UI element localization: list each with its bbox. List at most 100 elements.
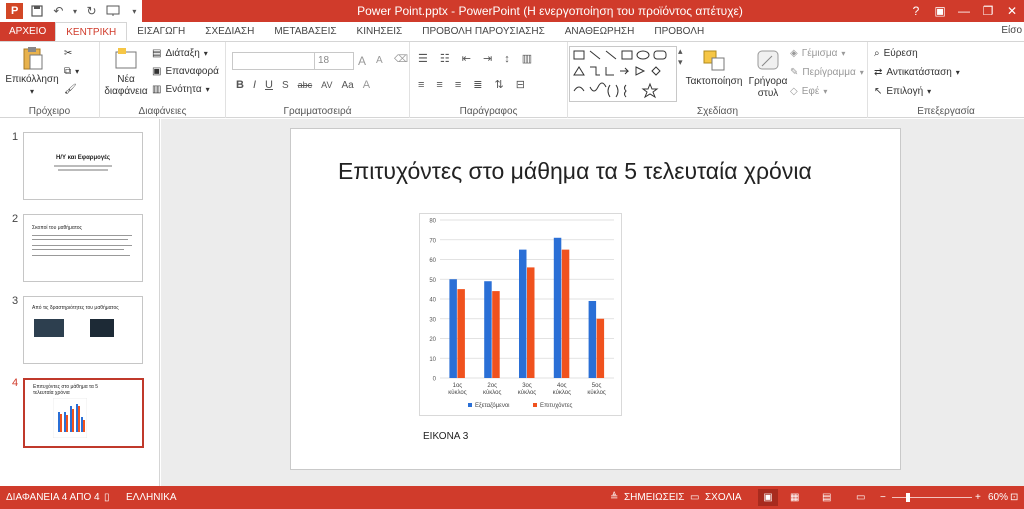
paste-button[interactable]: Επικόλληση ▾	[5, 46, 59, 98]
drawing-group-label: Σχεδίαση	[696, 106, 739, 117]
tab-review[interactable]: ΑΝΑΘΕΩΡΗΣΗ	[555, 22, 645, 41]
zoom-level[interactable]: 60%	[988, 486, 1008, 509]
y-tick-label: 20	[429, 337, 436, 343]
undo-icon[interactable]: ↶	[51, 3, 66, 19]
justify-icon[interactable]: ≣	[473, 78, 482, 91]
window-controls: ? ▣ — ❐ ✕	[904, 0, 1024, 22]
slide-title[interactable]: Επιτυχόντες στο μάθημα τα 5 τελευταία χρ…	[338, 157, 858, 185]
slideshow-view-icon[interactable]: ▭	[856, 486, 865, 509]
close-button[interactable]: ✕	[1000, 0, 1024, 22]
ribbon-display-icon[interactable]: ▣	[928, 0, 952, 22]
align-left-icon[interactable]: ≡	[418, 79, 424, 91]
tab-file[interactable]: ΑΡΧΕΙΟ	[0, 22, 56, 41]
grow-font-button[interactable]: A	[358, 54, 366, 68]
comments-button[interactable]: ΣΧΟΛΙΑ	[705, 486, 742, 509]
numbering-icon[interactable]: ☷	[440, 52, 450, 65]
thumbnail-photo	[34, 319, 64, 337]
zoom-in-button[interactable]: +	[975, 486, 981, 509]
font-color-button[interactable]: A	[363, 79, 370, 91]
normal-view-icon[interactable]: ▣	[758, 489, 778, 506]
notes-button[interactable]: ΣΗΜΕΙΩΣΕΙΣ	[624, 486, 684, 509]
spellcheck-icon[interactable]: ▯	[104, 486, 110, 509]
slide-thumbnail-1[interactable]: Η/Υ και Εφαρμογές	[23, 132, 143, 200]
shapes-more-icon[interactable]: ▴ ▾	[678, 46, 683, 68]
tab-slideshow[interactable]: ΠΡΟΒΟΛΗ ΠΑΡΟΥΣΙΑΣΗΣ	[412, 22, 555, 41]
tab-transitions[interactable]: ΜΕΤΑΒΑΣΕΙΣ	[264, 22, 346, 41]
chart-object[interactable]: 0 10 20 30 40 50 60 70 80 1ος κύκλος 2ος κύκλος 3ος κύ…	[419, 213, 622, 416]
select-button[interactable]: ↖ Επιλογή ▾	[874, 86, 931, 97]
tab-design[interactable]: ΣΧΕΔΙΑΣΗ	[195, 22, 264, 41]
shape-outline-button[interactable]: ✎ Περίγραμμα ▾	[790, 67, 864, 78]
slide-thumbnail-2[interactable]: Σκοποί του μαθήματος	[23, 214, 143, 282]
notes-icon[interactable]: ≜	[610, 486, 618, 509]
decrease-indent-icon[interactable]: ⇤	[462, 52, 471, 65]
arrange-button[interactable]: Τακτοποίηση	[684, 48, 744, 88]
quick-styles-button[interactable]: Γρήγορα στυλ	[746, 48, 790, 100]
shadow-button[interactable]: S	[282, 80, 289, 91]
comments-icon[interactable]: ▭	[690, 486, 699, 509]
bullets-icon[interactable]: ☰	[418, 52, 428, 65]
save-icon[interactable]	[29, 3, 44, 19]
minimize-button[interactable]: —	[952, 0, 976, 22]
customize-qat-icon[interactable]: ▾	[127, 3, 142, 19]
shape-fill-button[interactable]: ◈ Γέμισμα ▾	[790, 48, 845, 59]
strikethrough-button[interactable]: abc	[298, 80, 313, 90]
reading-view-icon[interactable]: ▤	[822, 486, 831, 509]
slide-sorter-icon[interactable]: ▦	[790, 486, 799, 509]
sign-in-link[interactable]: Είσο	[1001, 25, 1022, 36]
zoom-slider-thumb[interactable]	[906, 493, 910, 502]
zoom-out-button[interactable]: −	[880, 486, 886, 509]
increase-indent-icon[interactable]: ⇥	[483, 52, 492, 65]
font-size-input[interactable]: 18	[314, 52, 354, 70]
slide-caption[interactable]: ΕΙΚΟΝΑ 3	[423, 431, 468, 442]
find-label: Εύρεση	[883, 48, 918, 59]
character-spacing-button[interactable]: AV	[321, 80, 332, 90]
restore-button[interactable]: ❐	[976, 0, 1000, 22]
align-center-icon[interactable]: ≡	[436, 79, 442, 91]
slide-thumbnail-3[interactable]: Από τις δραστηριότητες του μαθήματος	[23, 296, 143, 364]
replace-button[interactable]: ⇄ Αντικατάσταση ▾	[874, 67, 960, 78]
line-spacing-icon[interactable]: ↕	[504, 53, 510, 65]
title-bar: P ↶ ▾ ↻ ▾ Power Point.pptx - PowerPoint …	[0, 0, 1024, 22]
slideshow-icon[interactable]	[105, 3, 120, 19]
slide-thumbnail-4[interactable]: Επιτυχόντες στο μάθημα τα 5 τελευταία χρ…	[23, 378, 144, 448]
shapes-gallery[interactable]	[569, 46, 677, 102]
copy-button[interactable]: ⧉ ▾	[64, 66, 79, 77]
format-painter-button[interactable]: 🖌	[64, 84, 77, 95]
tab-view[interactable]: ΠΡΟΒΟΛΗ	[644, 22, 714, 41]
reset-button[interactable]: ▣ Επαναφορά	[152, 66, 219, 77]
find-button[interactable]: ⌕ Εύρεση	[874, 48, 918, 59]
zoom-slider[interactable]	[892, 497, 972, 498]
tab-insert[interactable]: ΕΙΣΑΓΩΓΗ	[127, 22, 195, 41]
italic-button[interactable]: I	[253, 79, 256, 91]
help-button[interactable]: ?	[904, 0, 928, 22]
layout-button[interactable]: ▤ Διάταξη ▾	[152, 48, 208, 59]
clear-format-icon: ⌫	[394, 54, 409, 65]
underline-button[interactable]: U	[265, 79, 273, 91]
columns-icon[interactable]: ▥	[522, 52, 532, 65]
thumbnail-title: Σκοποί του μαθήματος	[32, 225, 82, 231]
tab-animations[interactable]: ΚΙΝΗΣΕΙΣ	[347, 22, 413, 41]
chevron-down-icon[interactable]: ▾	[72, 3, 78, 19]
chevron-down-icon: ▾	[203, 49, 208, 58]
clear-format-button[interactable]: ⌫	[394, 54, 408, 65]
language-indicator[interactable]: ΕΛΛΗΝΙΚΑ	[126, 486, 177, 509]
shape-effects-button[interactable]: ◇ Εφέ ▾	[790, 86, 827, 97]
bold-button[interactable]: B	[236, 79, 244, 91]
align-right-icon[interactable]: ≡	[455, 79, 461, 91]
chevron-down-icon: ▾	[841, 49, 846, 58]
new-slide-button[interactable]: Νέα διαφάνεια	[104, 46, 148, 98]
text-direction-icon[interactable]: ⇅	[494, 78, 503, 91]
align-text-icon[interactable]: ⊟	[516, 78, 525, 91]
section-button[interactable]: ▥ Ενότητα ▾	[152, 84, 210, 95]
powerpoint-logo-icon[interactable]: P	[6, 3, 24, 19]
current-slide[interactable]: Επιτυχόντες στο μάθημα τα 5 τελευταία χρ…	[290, 128, 901, 470]
tab-home[interactable]: ΚΕΝΤΡΙΚΗ	[55, 22, 128, 41]
change-case-button[interactable]: Aa	[342, 80, 354, 91]
font-name-input[interactable]	[232, 52, 316, 70]
cut-button[interactable]: ✂	[64, 48, 72, 59]
shrink-font-button[interactable]: A	[376, 55, 383, 66]
redo-icon[interactable]: ↻	[84, 3, 99, 19]
fit-slide-icon[interactable]: ⊡	[1010, 486, 1018, 509]
slide-counter[interactable]: ΔΙΑΦΑΝΕΙΑ 4 ΑΠΟ 4	[6, 486, 100, 509]
